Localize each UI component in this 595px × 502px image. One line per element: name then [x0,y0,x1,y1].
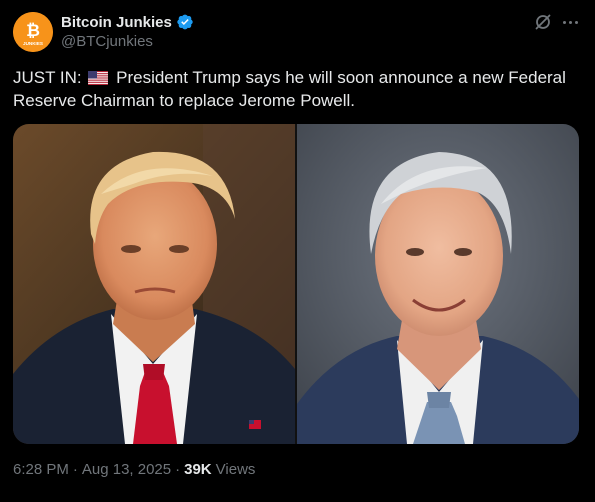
tweet-prefix: JUST IN: [13,68,82,87]
tweet-time[interactable]: 6:28 PM [13,461,69,478]
meta-separator: · [175,461,181,478]
us-flag-icon [88,71,109,85]
tweet-date[interactable]: Aug 13, 2025 [82,461,171,478]
photo-powell[interactable] [297,124,579,444]
views-label: Views [215,461,256,478]
verified-badge-icon [177,14,193,30]
meta-separator: · [72,461,78,478]
tweet-text: JUST IN: President Trump says he will so… [13,66,583,112]
bitcoin-logo-icon: ₿ JUNKIES [13,12,53,52]
tweet-meta: 6:28 PM · Aug 13, 2025 · 39K Views [13,461,255,478]
handle[interactable]: @BTCjunkies [61,33,153,50]
tweet-card: ₿ JUNKIES Bitcoin Junkies @BTCjunkies JU… [0,0,595,502]
display-name[interactable]: Bitcoin Junkies [61,14,172,31]
svg-text:₿: ₿ [26,21,40,40]
views-count: 39K [184,461,212,478]
photo-trump[interactable] [13,124,295,444]
more-options-icon[interactable] [560,12,580,32]
avatar-text: JUNKIES [23,41,43,46]
grok-icon[interactable] [533,12,553,32]
media-grid[interactable] [13,124,579,444]
avatar[interactable]: ₿ JUNKIES [13,12,53,52]
name-row: Bitcoin Junkies [61,12,194,32]
